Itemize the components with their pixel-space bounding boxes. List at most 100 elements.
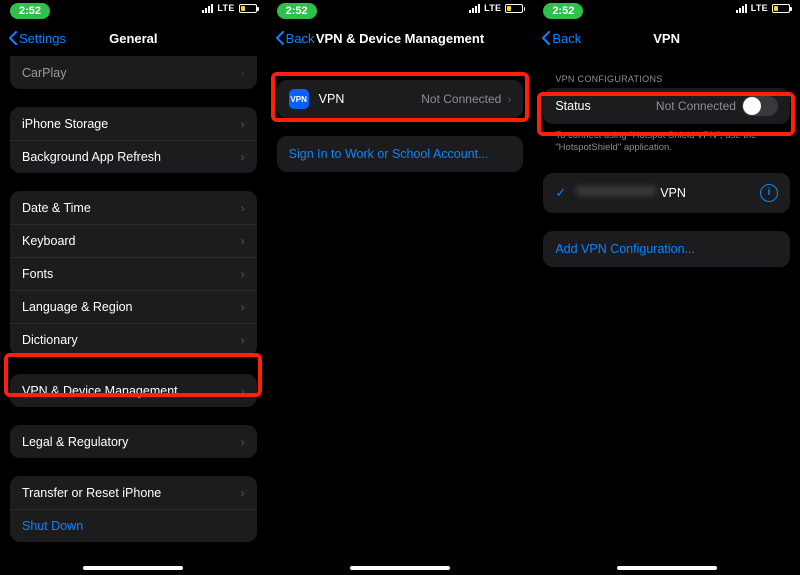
row-add-vpn-configuration[interactable]: Add VPN Configuration...	[543, 231, 790, 267]
battery-icon	[505, 4, 523, 13]
chevron-right-icon: ›	[241, 384, 245, 398]
section-header-vpn-configurations: VPN Configurations	[555, 74, 778, 84]
page-title: VPN & Device Management	[316, 31, 484, 46]
list-group: Sign In to Work or School Account...	[277, 136, 524, 172]
home-indicator	[83, 566, 183, 570]
status-bar: 2:52 LTE	[0, 0, 267, 22]
back-label: Back	[552, 31, 581, 46]
chevron-right-icon: ›	[241, 150, 245, 164]
chevron-left-icon	[8, 31, 17, 45]
list-group: VPN & Device Management›	[10, 374, 257, 407]
list-group: Add VPN Configuration...	[543, 231, 790, 267]
row-label: Legal & Regulatory	[22, 435, 241, 449]
signal-bars-icon	[202, 4, 213, 13]
screen-general-settings: 2:52 LTE Settings General CarPlay › iPho…	[0, 0, 267, 575]
list-group: Status Not Connected	[543, 88, 790, 124]
row-label: VPN	[576, 186, 760, 200]
row-value: Not Connected	[421, 92, 501, 106]
list-group: VPN VPN Not Connected ›	[277, 80, 524, 118]
list-group: ✓ VPN i	[543, 173, 790, 213]
list-group: Date & Time› Keyboard› Fonts› Language &…	[10, 191, 257, 356]
row-label: CarPlay	[22, 66, 241, 80]
time-pill: 2:52	[10, 3, 50, 19]
config-name-suffix: VPN	[660, 186, 686, 200]
row-status: Status Not Connected	[543, 88, 790, 124]
chevron-right-icon: ›	[241, 486, 245, 500]
row-label: Shut Down	[22, 519, 245, 533]
status-icons: LTE	[736, 3, 790, 13]
row-vpn-device-management[interactable]: VPN & Device Management›	[10, 374, 257, 407]
status-toggle[interactable]	[742, 96, 778, 116]
chevron-right-icon: ›	[241, 300, 245, 314]
row-shut-down[interactable]: Shut Down	[10, 509, 257, 542]
list-group: Transfer or Reset iPhone› Shut Down	[10, 476, 257, 542]
row-label: VPN & Device Management	[22, 384, 241, 398]
screen-vpn: 2:52 LTE Back VPN VPN Configurations Sta…	[533, 0, 800, 575]
redacted-block	[576, 186, 656, 200]
chevron-right-icon: ›	[241, 234, 245, 248]
network-label: LTE	[217, 3, 234, 13]
chevron-right-icon: ›	[241, 435, 245, 449]
row-label: Language & Region	[22, 300, 241, 314]
chevron-right-icon: ›	[507, 92, 511, 106]
nav-bar: Settings General	[0, 22, 267, 54]
row-date-time[interactable]: Date & Time›	[10, 191, 257, 224]
row-keyboard[interactable]: Keyboard›	[10, 224, 257, 257]
row-dictionary[interactable]: Dictionary›	[10, 323, 257, 356]
row-value: Not Connected	[656, 99, 736, 113]
list-group: Legal & Regulatory›	[10, 425, 257, 458]
info-icon[interactable]: i	[760, 184, 778, 202]
row-label: Keyboard	[22, 234, 241, 248]
row-label: Status	[555, 99, 656, 113]
back-button[interactable]: Back	[541, 31, 581, 46]
chevron-right-icon: ›	[241, 117, 245, 131]
nav-bar: Back VPN	[533, 22, 800, 54]
nav-bar: Back VPN & Device Management	[267, 22, 534, 54]
row-carplay[interactable]: CarPlay ›	[10, 56, 257, 89]
signal-bars-icon	[469, 4, 480, 13]
list-group: CarPlay ›	[10, 56, 257, 89]
chevron-right-icon: ›	[241, 66, 245, 80]
row-iphone-storage[interactable]: iPhone Storage ›	[10, 107, 257, 140]
checkmark-icon: ✓	[555, 185, 566, 201]
row-label: iPhone Storage	[22, 117, 241, 131]
back-label: Settings	[19, 31, 66, 46]
chevron-left-icon	[275, 31, 284, 45]
row-label: Date & Time	[22, 201, 241, 215]
status-icons: LTE	[202, 3, 256, 13]
row-sign-in-work-school[interactable]: Sign In to Work or School Account...	[277, 136, 524, 172]
chevron-left-icon	[541, 31, 550, 45]
battery-icon	[239, 4, 257, 13]
row-background-app-refresh[interactable]: Background App Refresh ›	[10, 140, 257, 173]
row-label: Dictionary	[22, 333, 241, 347]
row-fonts[interactable]: Fonts›	[10, 257, 257, 290]
row-label: Add VPN Configuration...	[555, 242, 778, 256]
row-label: Transfer or Reset iPhone	[22, 486, 241, 500]
list-group: iPhone Storage › Background App Refresh …	[10, 107, 257, 173]
vpn-icon: VPN	[289, 89, 309, 109]
chevron-right-icon: ›	[241, 201, 245, 215]
time-pill: 2:52	[543, 3, 583, 19]
network-label: LTE	[484, 3, 501, 13]
row-vpn-config-selected[interactable]: ✓ VPN i	[543, 173, 790, 213]
battery-icon	[772, 4, 790, 13]
row-legal-regulatory[interactable]: Legal & Regulatory›	[10, 425, 257, 458]
row-transfer-reset[interactable]: Transfer or Reset iPhone›	[10, 476, 257, 509]
chevron-right-icon: ›	[241, 267, 245, 281]
network-label: LTE	[751, 3, 768, 13]
back-button[interactable]: Settings	[8, 31, 66, 46]
time-pill: 2:52	[277, 3, 317, 19]
row-vpn[interactable]: VPN VPN Not Connected ›	[277, 80, 524, 118]
status-bar: 2:52 LTE	[267, 0, 534, 22]
row-label: Background App Refresh	[22, 150, 241, 164]
back-label: Back	[286, 31, 315, 46]
row-label: VPN	[319, 92, 422, 106]
status-icons: LTE	[469, 3, 523, 13]
page-title: VPN	[653, 31, 680, 46]
back-button[interactable]: Back	[275, 31, 315, 46]
signal-bars-icon	[736, 4, 747, 13]
row-label: Fonts	[22, 267, 241, 281]
toggle-knob	[743, 97, 761, 115]
helper-text: To connect using "Hotspot Shield VPN", u…	[555, 130, 778, 155]
row-language-region[interactable]: Language & Region›	[10, 290, 257, 323]
